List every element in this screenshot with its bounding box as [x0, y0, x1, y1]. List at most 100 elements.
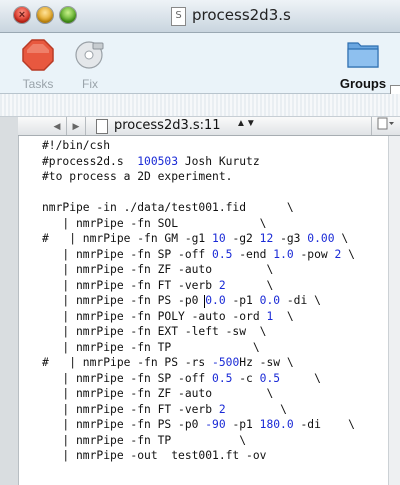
window-title: process2d3.s	[192, 6, 291, 24]
code-line[interactable]: # | nmrPipe -fn GM -g1 10 -g2 12 -g3 0.0…	[42, 231, 355, 247]
code-number-token: 2	[218, 402, 226, 416]
code-editor[interactable]: #!/bin/csh #process2d.s 100503 Josh Kurut…	[19, 136, 400, 485]
code-number-token: 10	[212, 232, 226, 245]
code-text-token: | nmrPipe -fn ZF -auto \	[42, 387, 274, 400]
back-arrow-icon: ◀	[53, 121, 61, 131]
navigation-bar: ◀ ▶ process2d3.s:11 ▲▼	[18, 117, 400, 136]
code-line[interactable]: | nmrPipe -fn SP -off 0.5 -end 1.0 -pow …	[42, 247, 355, 263]
back-button[interactable]: ◀	[48, 117, 67, 135]
code-text-token: -di \	[280, 294, 321, 307]
document-proxy-icon[interactable]: S	[171, 7, 186, 26]
code-text-token: | nmrPipe -fn POLY -auto -ord	[42, 309, 267, 323]
code-line[interactable]: nmrPipe -in ./data/test001.fid \	[42, 200, 355, 216]
code-line[interactable]: | nmrPipe -fn POLY -auto -ord 1 \	[42, 309, 355, 325]
document-menu-icon	[377, 117, 394, 130]
code-text-token: | nmrPipe -fn EXT -left -sw \	[42, 325, 267, 338]
code-line[interactable]: #process2d.s 100503 Josh Kurutz	[42, 154, 355, 170]
fix-disk-icon	[75, 41, 104, 69]
code-text-token: \	[273, 309, 294, 323]
code-line[interactable]: | nmrPipe -fn TP \	[42, 340, 355, 356]
gutter-strip	[0, 117, 19, 485]
code-text-token: -di \	[293, 418, 355, 431]
code-text-token: #!/bin/csh	[42, 139, 111, 152]
toolbar: Tasks Fix Groups	[0, 33, 400, 99]
code-text-token: | nmrPipe -fn ZF -auto \	[42, 263, 274, 276]
vertical-scrollbar[interactable]	[388, 136, 400, 485]
code-text-token: Josh Kurutz	[178, 154, 260, 168]
code-line[interactable]: | nmrPipe -fn SOL \	[42, 216, 355, 232]
code-text-token: -g2	[225, 232, 260, 245]
code-number-token: 0.5	[259, 371, 281, 385]
code-line[interactable]: #!/bin/csh	[42, 138, 355, 154]
code-text-token: | nmrPipe -fn FT -verb	[42, 278, 219, 292]
file-icon	[96, 119, 108, 134]
code-number-token: 0.5	[212, 371, 233, 385]
forward-arrow-icon: ▶	[72, 121, 80, 131]
tasks-label: Tasks	[22, 77, 54, 91]
groups-label: Groups	[339, 76, 387, 91]
code-line[interactable]: | nmrPipe -fn ZF -auto \	[42, 386, 355, 402]
code-text-token: | nmrPipe -fn PS -p0	[42, 418, 206, 431]
code-number-token: 0.0	[205, 294, 226, 307]
close-icon: ×	[18, 9, 26, 21]
code-text-token: # | nmrPipe -fn GM -g1	[42, 232, 213, 245]
code-text-token: \	[280, 371, 321, 385]
code-number-token: 100503	[137, 154, 179, 168]
code-line[interactable]: | nmrPipe -out test001.ft -ov	[42, 448, 355, 464]
code-line[interactable]: | nmrPipe -fn FT -verb 2 \	[42, 402, 355, 418]
title-bar: × S process2d3.s	[0, 0, 400, 33]
code-line[interactable]: | nmrPipe -fn PS -p0 0.0 -p1 0.0 -di \	[42, 293, 355, 309]
minimize-window-button[interactable]	[37, 7, 53, 23]
code-text-token: #process2d.s	[42, 154, 138, 168]
code-text-token: # | nmrPipe -fn PS -rs	[42, 356, 213, 369]
code-text-token: -p1	[225, 294, 260, 307]
fix-button[interactable]: Fix	[70, 38, 110, 91]
code-text-token: | nmrPipe -fn TP \	[42, 340, 260, 354]
close-window-button[interactable]: ×	[14, 7, 30, 23]
code-text-token: #to process a 2D experiment.	[42, 170, 233, 183]
groups-button[interactable]: Groups	[338, 35, 388, 91]
code-text-token: -p1	[225, 418, 260, 431]
tasks-button[interactable]: Tasks	[18, 38, 58, 91]
code-text-token: \	[341, 247, 355, 261]
counterpart-menu-button[interactable]	[371, 117, 400, 135]
code-line[interactable]: # | nmrPipe -fn PS -rs -500Hz -sw \	[42, 355, 355, 371]
code-number-token: 0.5	[212, 247, 233, 261]
code-text-token: Hz -sw \	[239, 356, 294, 369]
code-text-token: | nmrPipe -fn SOL \	[42, 216, 267, 230]
zoom-window-button[interactable]	[60, 7, 76, 23]
code-text-token: -end	[232, 247, 274, 261]
code-text-token: -g3	[273, 232, 308, 245]
code-number-token: -90	[205, 418, 226, 431]
fix-label: Fix	[82, 77, 98, 91]
code-line[interactable]	[42, 185, 355, 201]
code-number-token: 180.0	[259, 418, 294, 431]
code-line[interactable]: | nmrPipe -fn TP \	[42, 433, 355, 449]
file-popup-label[interactable]: process2d3.s:11	[114, 118, 221, 133]
code-line[interactable]: | nmrPipe -fn FT -verb 2 \	[42, 278, 355, 294]
code-text-token: \	[334, 232, 349, 245]
code-text-token: \	[225, 278, 274, 292]
code-number-token: 0.0	[259, 294, 281, 307]
code-number-token: 12	[259, 232, 274, 245]
code-text-token: | nmrPipe -fn FT -verb	[42, 402, 219, 416]
code-text-token: -pow	[293, 247, 335, 261]
code-number-token: 0.00	[307, 232, 335, 245]
code-text-token: \	[225, 402, 287, 416]
popup-arrows-icon[interactable]: ▲▼	[236, 118, 256, 129]
stop-sign-icon	[22, 39, 54, 71]
code-text-token: | nmrPipe -fn SP -off	[42, 247, 213, 261]
code-text[interactable]: #!/bin/csh #process2d.s 100503 Josh Kurut…	[42, 138, 355, 464]
code-text-token: | nmrPipe -fn TP \	[42, 433, 247, 447]
code-text-token: -c	[232, 371, 260, 385]
code-text-token: | nmrPipe -out test001.ft -ov	[42, 449, 267, 462]
status-stripe	[0, 94, 400, 117]
code-number-token: 1.0	[273, 247, 294, 261]
code-line[interactable]: | nmrPipe -fn ZF -auto \	[42, 262, 355, 278]
code-line[interactable]: | nmrPipe -fn SP -off 0.5 -c 0.5 \	[42, 371, 355, 387]
forward-button[interactable]: ▶	[67, 117, 86, 135]
code-line[interactable]: | nmrPipe -fn PS -p0 -90 -p1 180.0 -di \	[42, 417, 355, 433]
code-line[interactable]: #to process a 2D experiment.	[42, 169, 355, 185]
code-text-token: | nmrPipe -fn SP -off	[42, 371, 213, 385]
code-line[interactable]: | nmrPipe -fn EXT -left -sw \	[42, 324, 355, 340]
